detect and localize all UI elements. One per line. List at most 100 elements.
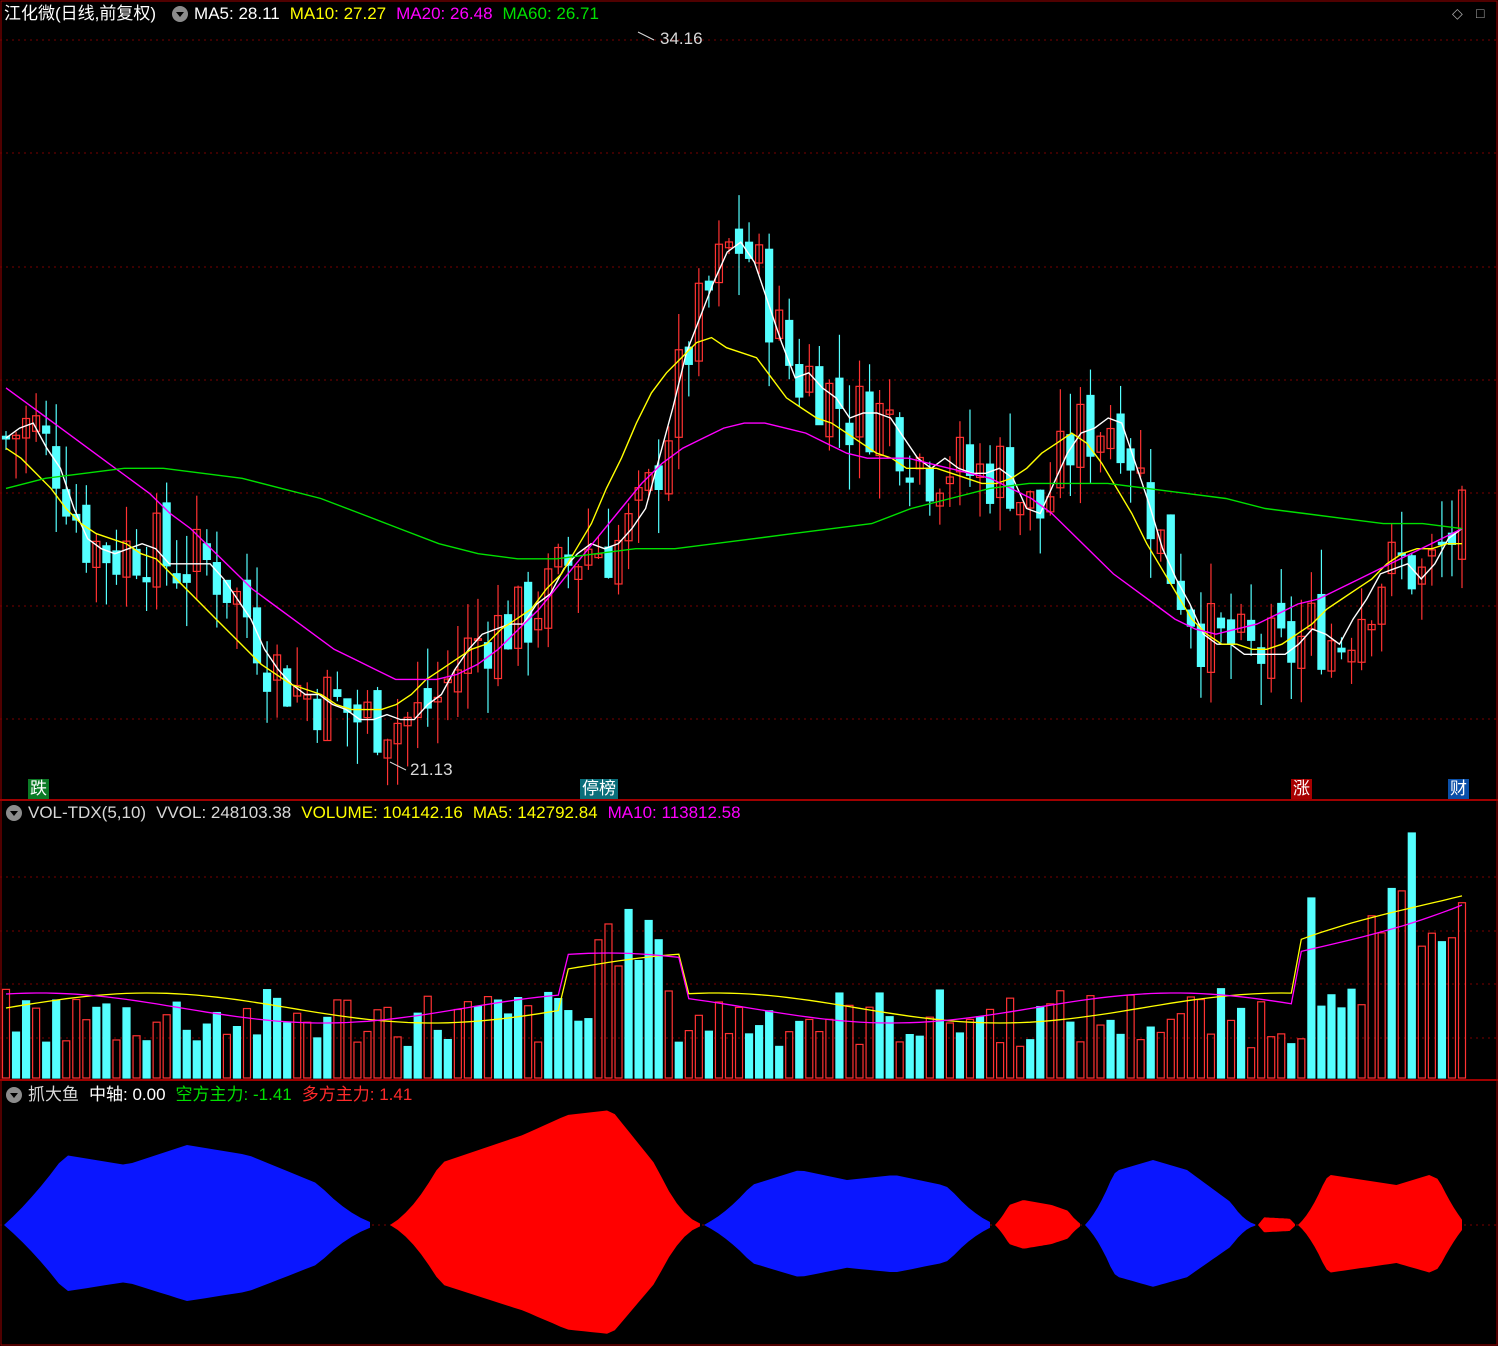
volume-bar bbox=[182, 1029, 191, 1079]
vvol-value: VVOL: 248103.38 bbox=[156, 803, 292, 822]
volume-bar bbox=[1337, 1007, 1346, 1079]
volume-bar bbox=[1347, 988, 1356, 1079]
volume-bar bbox=[975, 1016, 985, 1079]
candle-body bbox=[795, 364, 804, 398]
volume-bar bbox=[42, 1041, 51, 1079]
volume-bar bbox=[1457, 902, 1467, 1079]
volume-bar bbox=[825, 1018, 834, 1079]
volume-bar bbox=[734, 1006, 744, 1079]
tag-fall[interactable]: 跌 bbox=[28, 779, 49, 799]
dropdown-circle-icon[interactable] bbox=[6, 805, 22, 821]
volume-bar bbox=[1367, 915, 1376, 1079]
tag-rise[interactable]: 涨 bbox=[1291, 779, 1312, 799]
volume-bar bbox=[1407, 832, 1416, 1079]
candle-body bbox=[52, 446, 61, 489]
volume-bar bbox=[1106, 1019, 1115, 1079]
volume-bar bbox=[493, 999, 503, 1079]
volume-bar bbox=[744, 1033, 754, 1079]
bull-force-area bbox=[1258, 1217, 1295, 1233]
volume-bar bbox=[142, 1040, 151, 1079]
tag-fin[interactable]: 财 bbox=[1448, 779, 1469, 799]
indicator-name[interactable]: 抓大鱼 bbox=[28, 1083, 79, 1107]
volume-bar bbox=[644, 919, 653, 1079]
volume-bar bbox=[634, 959, 643, 1079]
volume-bar bbox=[222, 1033, 232, 1079]
volume-bar bbox=[995, 1042, 1005, 1079]
volume-legend: VOL-TDX(5,10) VVOL: 248103.38 VOLUME: 10… bbox=[0, 801, 751, 825]
volume-bar bbox=[955, 1032, 965, 1079]
volume-bar bbox=[514, 997, 523, 1079]
volume-bar bbox=[122, 1007, 131, 1079]
volume-bar bbox=[1206, 1033, 1216, 1079]
candle-body bbox=[905, 477, 914, 483]
volume-bar bbox=[1447, 937, 1457, 1079]
volume-bar bbox=[383, 1006, 392, 1079]
candle-body bbox=[1226, 619, 1236, 645]
volume-bar bbox=[1096, 1024, 1105, 1079]
volume-bar bbox=[21, 1000, 31, 1079]
volume-bar bbox=[32, 1007, 41, 1079]
volume-bar bbox=[1166, 1018, 1175, 1079]
volume-bar bbox=[544, 991, 553, 1079]
volume-bar bbox=[172, 1001, 181, 1079]
volume-bar bbox=[664, 990, 673, 1079]
volume-bar bbox=[704, 1030, 713, 1079]
volume-bar bbox=[162, 1014, 171, 1079]
volume-bar bbox=[925, 1016, 934, 1079]
volume-bar bbox=[1036, 1005, 1045, 1079]
volume-bar bbox=[1016, 1045, 1025, 1079]
candle-body bbox=[333, 689, 342, 697]
volume-bar bbox=[62, 1040, 71, 1079]
volume-bar bbox=[1247, 1047, 1256, 1079]
volume-bar bbox=[102, 1003, 111, 1079]
volume-bar bbox=[915, 1035, 924, 1079]
volume-bar bbox=[283, 1022, 292, 1079]
candle-body bbox=[815, 366, 824, 426]
volume-bar bbox=[433, 1029, 442, 1079]
volume-bar bbox=[303, 1021, 312, 1079]
candle-body bbox=[1257, 647, 1266, 664]
candle-body bbox=[1247, 619, 1256, 641]
dropdown-circle-icon[interactable] bbox=[6, 1087, 22, 1103]
vol-indicator-name[interactable]: VOL-TDX(5,10) bbox=[28, 801, 146, 825]
volume-bar bbox=[865, 1006, 874, 1079]
volume-bar bbox=[1076, 1041, 1085, 1079]
ma20-value: MA20: 26.48 bbox=[396, 4, 493, 23]
maximize-icon[interactable]: □ bbox=[1476, 5, 1484, 21]
candle-body bbox=[1086, 394, 1095, 457]
candle-body bbox=[1337, 647, 1346, 653]
volume-bar bbox=[92, 1006, 101, 1079]
candle-body bbox=[313, 698, 322, 731]
volume-bar bbox=[1196, 998, 1206, 1079]
volume-bar bbox=[1136, 1039, 1145, 1079]
volume-bar bbox=[1257, 1001, 1266, 1079]
chart-canvas[interactable] bbox=[0, 0, 1498, 1346]
volume-bar bbox=[935, 989, 944, 1079]
volume-bar bbox=[674, 1041, 683, 1079]
candle-body bbox=[283, 668, 292, 707]
diamond-icon[interactable]: ◇ bbox=[1452, 5, 1463, 22]
bear-force-area bbox=[4, 1145, 370, 1301]
volume-bar bbox=[765, 1010, 774, 1079]
candle-body bbox=[142, 577, 151, 583]
dropdown-circle-icon[interactable] bbox=[172, 6, 189, 22]
volume-bar bbox=[785, 1031, 794, 1079]
volume-bar bbox=[885, 1016, 894, 1079]
candle-body bbox=[785, 319, 794, 366]
candle-body bbox=[925, 467, 934, 502]
stock-title[interactable]: 江化微(日线,前复权) bbox=[4, 2, 156, 26]
volume-bar bbox=[212, 1011, 221, 1079]
candle-body bbox=[82, 504, 91, 563]
ma10-value: MA10: 27.27 bbox=[289, 4, 387, 23]
low-price-label: 21.13 bbox=[410, 760, 453, 779]
candle-body bbox=[132, 548, 141, 576]
volume-bar bbox=[604, 923, 613, 1079]
volume-bar bbox=[1357, 1004, 1366, 1079]
volume-bar bbox=[534, 1041, 543, 1079]
indicator-legend: 抓大鱼 中轴: 0.00 空方主力: -1.41 多方主力: 1.41 bbox=[0, 1083, 422, 1107]
volume-bar bbox=[1186, 996, 1195, 1079]
tag-stop[interactable]: 停榜 bbox=[580, 779, 618, 799]
candle-body bbox=[262, 672, 272, 692]
volume-bar bbox=[1287, 1043, 1296, 1079]
volume-bar bbox=[1307, 897, 1316, 1079]
